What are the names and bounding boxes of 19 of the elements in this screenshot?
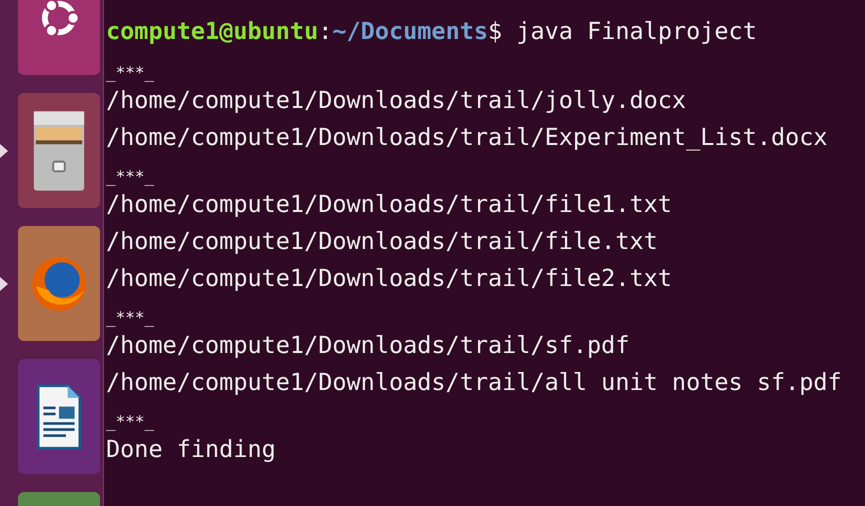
prompt-separator: : (318, 17, 332, 45)
separator-text: _***_ (106, 63, 154, 82)
launcher-button[interactable] (18, 359, 100, 474)
output-line: /home/compute1/Downloads/trail/file.txt (106, 227, 658, 255)
prompt-path: ~/Documents (332, 17, 488, 45)
output-line: /home/compute1/Downloads/trail/Experiment_List.docx (106, 123, 828, 151)
separator-text: _***_ (106, 167, 154, 186)
output-line: /home/compute1/Downloads/trail/jolly.docx (106, 86, 686, 114)
output-line: Done finding (106, 435, 276, 463)
output-line: /home/compute1/Downloads/trail/sf.pdf (106, 331, 630, 359)
command-text: java Finalproject (515, 17, 757, 45)
prompt-user: compute1@ubuntu (106, 17, 318, 45)
prompt-symbol: $ (488, 17, 502, 45)
output-line: /home/compute1/Downloads/trail/file1.txt (106, 190, 672, 218)
separator-text: _***_ (106, 412, 154, 431)
separator-text: _***_ (106, 308, 154, 327)
launcher-button[interactable] (18, 93, 100, 208)
output-line: /home/compute1/Downloads/trail/all unit notes sf.pdf (106, 368, 842, 396)
output-line: /home/compute1/Downloads/trail/file2.txt (106, 264, 672, 292)
